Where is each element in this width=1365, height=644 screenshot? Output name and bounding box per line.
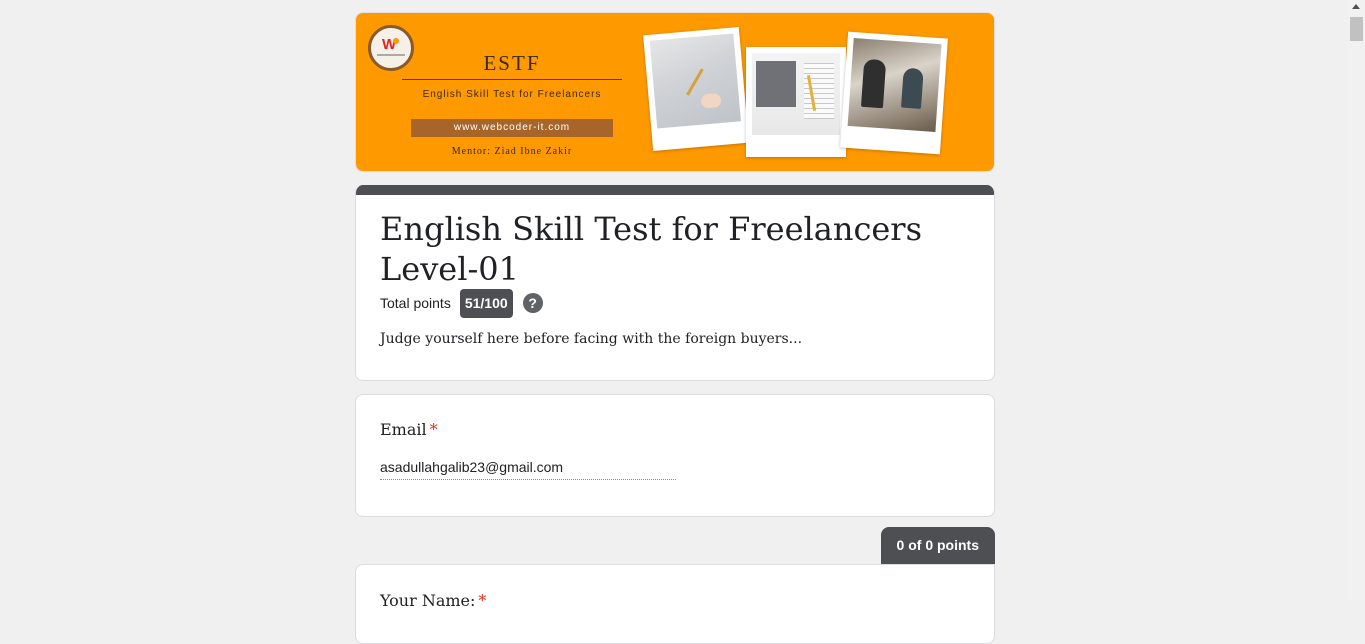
photo-writing [643,27,749,151]
header-banner: W ESTF English Skill Test for Freelancer… [355,12,995,172]
email-card: Email * asadullahgalib23@gmail.com [355,394,995,517]
photo-laptop [746,47,846,157]
name-question: Your Name: * [380,591,486,610]
name-question-card: Your Name: * [355,564,995,644]
section-points-badge: 0 of 0 points [880,527,995,564]
email-label: Email [380,420,427,439]
name-label: Your Name: [380,591,476,610]
form-title: English Skill Test for Freelancers Level… [380,210,923,288]
total-points-label: Total points [380,295,451,311]
banner-url: www.webcoder-it.com [411,119,613,137]
scrollbar-thumb[interactable] [1350,17,1363,41]
title-accent-strip [356,185,994,195]
help-icon[interactable]: ? [522,293,543,313]
form-description: Judge yourself here before facing with t… [380,331,803,347]
required-asterisk: * [478,591,487,610]
form-page: W ESTF English Skill Test for Freelancer… [355,12,995,644]
form-title-card: English Skill Test for Freelancers Level… [355,185,995,381]
required-asterisk: * [429,420,438,439]
total-points-badge: 51/100 [459,288,513,318]
photo-meeting [840,31,948,155]
email-field: asadullahgalib23@gmail.com [380,459,676,480]
banner-title: ESTF [483,51,541,75]
banner-divider [402,79,622,80]
banner-mentor: Mentor: Ziad Ibne Zakir [451,146,573,157]
email-question: Email * [380,420,438,439]
scroll-up-arrow-icon[interactable] [1352,4,1360,9]
banner-subtitle: English Skill Test for Freelancers [422,89,602,100]
page-scrollbar[interactable] [1348,0,1365,600]
total-points-row: Total points 51/100 ? [380,288,543,318]
